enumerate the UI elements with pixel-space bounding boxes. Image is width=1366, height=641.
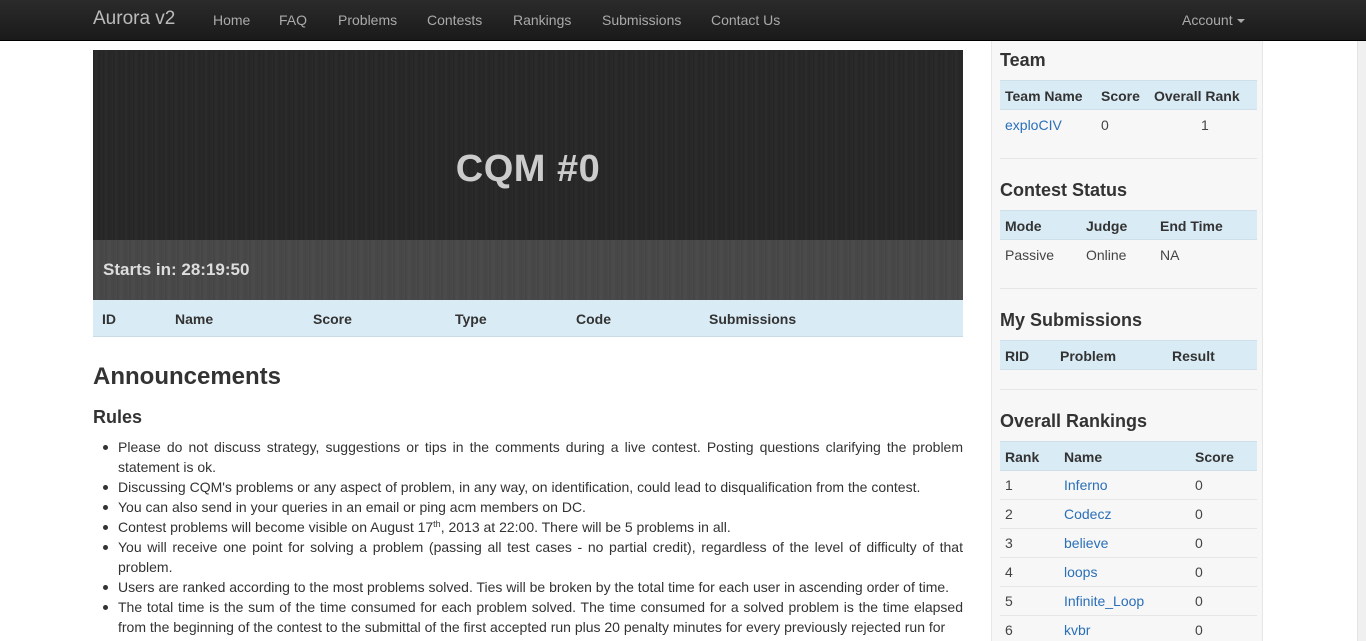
rule-item: The total time is the sum of the time co… xyxy=(93,597,963,637)
rule-item: You can also send in your queries in an … xyxy=(93,497,963,517)
status-row: Passive Online NA xyxy=(1000,241,1257,270)
col-code: Code xyxy=(576,311,611,327)
rank-score: 0 xyxy=(1195,593,1203,609)
rank-team-link[interactable]: Inferno xyxy=(1064,477,1108,493)
rule-item: You will receive one point for solving a… xyxy=(93,537,963,577)
col-name: Name xyxy=(175,311,214,327)
ranking-row: 4 loops 0 xyxy=(1000,558,1257,587)
nav-home[interactable]: Home xyxy=(213,12,250,28)
col-type: Type xyxy=(455,311,487,327)
rule-text: , 2013 at 22:00. There will be 5 problem… xyxy=(440,519,731,535)
rule-text: Contest problems will become visible on … xyxy=(118,519,434,535)
rank-team-link[interactable]: Infinite_Loop xyxy=(1064,593,1144,609)
col-rank: Rank xyxy=(1005,449,1040,465)
countdown-bar: Starts in: 28:19:50 xyxy=(93,240,963,300)
nav-submissions[interactable]: Submissions xyxy=(602,12,681,28)
ranking-row: 1 Inferno 0 xyxy=(1000,471,1257,500)
contest-banner: CQM #0 Starts in: 28:19:50 xyxy=(93,50,963,300)
ranking-row: 5 Infinite_Loop 0 xyxy=(1000,587,1257,616)
status-end-time: NA xyxy=(1160,247,1180,263)
team-name-link[interactable]: exploCIV xyxy=(1005,117,1062,133)
rank-team-link[interactable]: kvbr xyxy=(1064,622,1090,638)
top-navbar: Aurora v2 Home FAQ Problems Contests Ran… xyxy=(0,0,1366,41)
team-rank: 1 xyxy=(1201,117,1209,133)
countdown-timer: Starts in: 28:19:50 xyxy=(103,260,250,279)
col-result: Result xyxy=(1172,348,1215,364)
rank-number: 2 xyxy=(1005,506,1013,522)
sidebar: Team Team Name Score Overall Rank exploC… xyxy=(991,41,1263,641)
account-dropdown[interactable]: Account xyxy=(1182,12,1245,28)
rank-score: 0 xyxy=(1195,477,1203,493)
status-table-header: Mode Judge End Time xyxy=(1000,210,1257,240)
nav-faq[interactable]: FAQ xyxy=(279,12,307,28)
rank-score: 0 xyxy=(1195,535,1203,551)
col-rank-name: Name xyxy=(1064,449,1103,465)
team-row: exploCIV 0 1 xyxy=(1000,111,1257,140)
rank-score: 0 xyxy=(1195,622,1203,638)
col-overall-rank: Overall Rank xyxy=(1154,88,1240,104)
col-end-time: End Time xyxy=(1160,218,1223,234)
nav-problems[interactable]: Problems xyxy=(338,12,397,28)
nav-rankings[interactable]: Rankings xyxy=(513,12,571,28)
rankings-table-header: Rank Name Score xyxy=(1000,441,1257,471)
problems-table-header: ID Name Score Type Code Submissions xyxy=(93,300,963,337)
rules-heading: Rules xyxy=(93,407,143,427)
status-judge: Online xyxy=(1086,247,1127,263)
ranking-row: 3 believe 0 xyxy=(1000,529,1257,558)
rank-number: 3 xyxy=(1005,535,1013,551)
col-problem: Problem xyxy=(1060,348,1117,364)
rule-item: Please do not discuss strategy, suggesti… xyxy=(93,437,963,477)
col-team-name: Team Name xyxy=(1005,88,1083,104)
divider xyxy=(1000,389,1257,390)
caret-down-icon xyxy=(1236,19,1245,24)
ranking-row: 2 Codecz 0 xyxy=(1000,500,1257,529)
page-scrollbar[interactable] xyxy=(1357,41,1366,641)
col-rank-score: Score xyxy=(1195,449,1234,465)
contest-title: CQM #0 xyxy=(455,148,601,190)
col-judge: Judge xyxy=(1086,218,1128,234)
rank-number: 5 xyxy=(1005,593,1013,609)
rule-item: Users are ranked according to the most p… xyxy=(93,577,963,597)
my-submissions-title: My Submissions xyxy=(1000,310,1143,330)
overall-rankings-title: Overall Rankings xyxy=(1000,411,1148,431)
rule-sup: th xyxy=(433,519,441,529)
team-title: Team xyxy=(1000,50,1046,70)
brand-link[interactable]: Aurora v2 xyxy=(93,8,175,30)
account-label: Account xyxy=(1182,12,1233,28)
rules-list: Please do not discuss strategy, suggesti… xyxy=(93,437,963,637)
rank-team-link[interactable]: believe xyxy=(1064,535,1108,551)
nav-contact-us[interactable]: Contact Us xyxy=(711,12,780,28)
contest-status-title: Contest Status xyxy=(1000,180,1128,200)
col-score: Score xyxy=(313,311,352,327)
col-team-score: Score xyxy=(1101,88,1140,104)
team-score: 0 xyxy=(1101,117,1109,133)
col-rid: RID xyxy=(1005,348,1030,364)
col-id: ID xyxy=(102,311,116,327)
rank-number: 1 xyxy=(1005,477,1013,493)
rank-team-link[interactable]: loops xyxy=(1064,564,1097,580)
ranking-row: 6 kvbr 0 xyxy=(1000,616,1257,641)
rank-score: 0 xyxy=(1195,506,1203,522)
divider xyxy=(1000,158,1257,159)
rule-item: Contest problems will become visible on … xyxy=(93,517,963,537)
rank-number: 4 xyxy=(1005,564,1013,580)
rank-number: 6 xyxy=(1005,622,1013,638)
team-table-header: Team Name Score Overall Rank xyxy=(1000,80,1257,110)
rank-team-link[interactable]: Codecz xyxy=(1064,506,1111,522)
rank-score: 0 xyxy=(1195,564,1203,580)
col-mode: Mode xyxy=(1005,218,1042,234)
announcements-heading: Announcements xyxy=(93,363,282,390)
divider xyxy=(1000,288,1257,289)
submissions-table-header: RID Problem Result xyxy=(1000,340,1257,370)
col-submissions: Submissions xyxy=(709,311,797,327)
status-mode: Passive xyxy=(1005,247,1055,263)
rule-item: Discussing CQM's problems or any aspect … xyxy=(93,477,963,497)
nav-contests[interactable]: Contests xyxy=(427,12,482,28)
